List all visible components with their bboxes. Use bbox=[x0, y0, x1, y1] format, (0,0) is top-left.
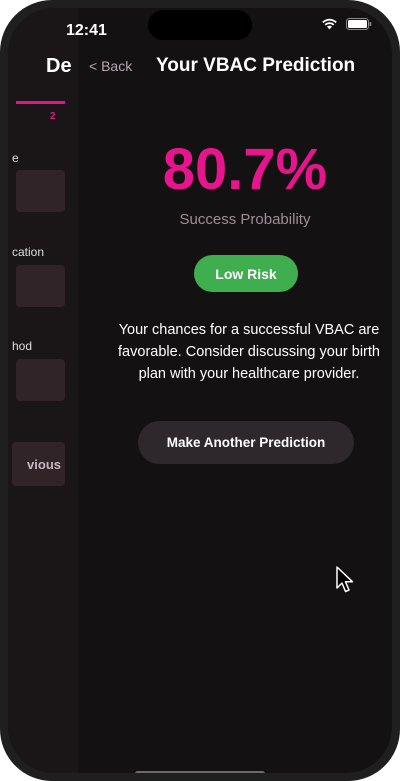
risk-badge: Low Risk bbox=[194, 255, 298, 292]
status-time: 12:41 bbox=[66, 22, 107, 39]
dynamic-island bbox=[148, 10, 252, 40]
success-percentage: 80.7% bbox=[162, 137, 328, 202]
step-number: 2 bbox=[50, 111, 56, 122]
battery-icon bbox=[346, 18, 372, 30]
previous-screen-title: De bbox=[46, 55, 72, 77]
tab-underline bbox=[16, 101, 65, 104]
field-input[interactable] bbox=[16, 265, 65, 307]
back-button[interactable]: < Back bbox=[89, 58, 132, 74]
previous-button[interactable]: vious bbox=[12, 442, 65, 486]
status-icons bbox=[321, 18, 372, 30]
field-input[interactable] bbox=[16, 359, 65, 401]
wifi-icon bbox=[322, 18, 337, 30]
previous-screen-peek: De 2 e cation hod vious bbox=[8, 8, 78, 773]
phone-frame: De 2 e cation hod vious 12:41 < Back You… bbox=[0, 0, 400, 781]
result-message: Your chances for a successful VBAC are f… bbox=[118, 322, 380, 382]
success-probability-label: Success Probability bbox=[179, 211, 311, 228]
mouse-pointer-icon bbox=[336, 566, 354, 593]
field-label: hod bbox=[12, 339, 33, 353]
field-label: cation bbox=[12, 245, 45, 259]
make-another-prediction-button[interactable]: Make Another Prediction bbox=[138, 421, 354, 464]
home-indicator bbox=[135, 771, 265, 773]
page-title: Your VBAC Prediction bbox=[156, 55, 356, 76]
screen: De 2 e cation hod vious 12:41 < Back You… bbox=[8, 8, 392, 773]
